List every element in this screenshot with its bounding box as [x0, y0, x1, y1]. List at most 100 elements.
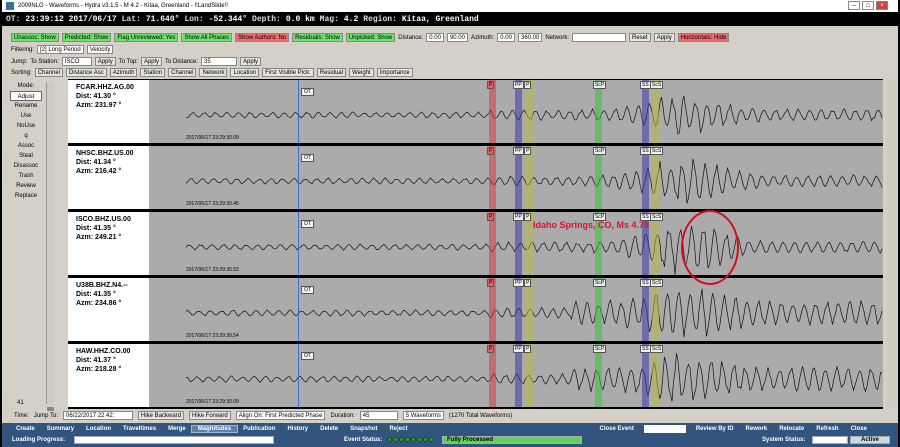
- duration-input[interactable]: 45: [359, 411, 398, 420]
- distance-jump-input[interactable]: 35: [201, 57, 237, 66]
- sort-channel-2[interactable]: Channel: [168, 68, 197, 77]
- phase-pick-band[interactable]: [526, 278, 533, 341]
- menu-reject[interactable]: Reject: [383, 426, 413, 432]
- phase-label[interactable]: P: [487, 345, 495, 353]
- phase-pick-band[interactable]: [515, 278, 522, 341]
- sort-distance-asc[interactable]: Distance Asc: [66, 68, 107, 77]
- phase-label[interactable]: P: [524, 147, 532, 155]
- mode-adjust[interactable]: Adjust: [10, 91, 42, 101]
- menu-create[interactable]: Create: [10, 426, 41, 432]
- phase-pick-band[interactable]: [595, 344, 602, 407]
- azimuth-max-input[interactable]: 360.00: [517, 33, 543, 42]
- apply-station-button[interactable]: Apply: [94, 57, 116, 66]
- mode-review[interactable]: Review: [10, 181, 42, 191]
- phase-pick-band[interactable]: [489, 278, 496, 341]
- phase-label[interactable]: P: [524, 279, 532, 287]
- phase-label[interactable]: PP: [513, 147, 524, 155]
- phase-pick-band[interactable]: [526, 80, 533, 143]
- menu-relocate[interactable]: Relocate: [773, 426, 810, 432]
- phase-pick-band[interactable]: [515, 212, 522, 275]
- menu-summary[interactable]: Summary: [41, 426, 80, 432]
- menu-location[interactable]: Location: [80, 426, 117, 432]
- unpicked-toggle[interactable]: Unpicked: Show: [345, 33, 396, 42]
- phase-pick-band[interactable]: [595, 80, 602, 143]
- sort-network[interactable]: Network: [199, 68, 228, 77]
- phase-label[interactable]: ScS: [650, 345, 664, 353]
- phase-label[interactable]: ScS: [650, 147, 664, 155]
- close-window-button[interactable]: ×: [876, 1, 888, 10]
- show-authors-toggle[interactable]: Show Authors: No: [235, 33, 290, 42]
- azimuth-min-input[interactable]: 0.00: [497, 33, 515, 42]
- phase-pick-band[interactable]: [489, 80, 496, 143]
- phase-pick-band[interactable]: [642, 80, 649, 143]
- mode-assoc[interactable]: Assoc: [10, 141, 42, 151]
- right-scrollbar[interactable]: [887, 79, 897, 409]
- phase-pick-band[interactable]: [489, 212, 496, 275]
- phase-pick-band[interactable]: [595, 278, 602, 341]
- phase-label[interactable]: ScP: [593, 81, 607, 89]
- horizontals-toggle[interactable]: Horizontals: Hide: [677, 33, 730, 42]
- menu-merge[interactable]: Merge: [162, 426, 192, 432]
- mode-q[interactable]: q: [10, 131, 42, 141]
- origin-time-marker[interactable]: [298, 344, 299, 407]
- mode-rename[interactable]: Rename: [10, 101, 42, 111]
- station-input[interactable]: ISCO: [61, 57, 92, 66]
- mode-replace[interactable]: Replace: [10, 191, 42, 201]
- origin-time-marker[interactable]: [298, 146, 299, 209]
- waveform-plot[interactable]: OT 2017/06/17 23:29:30.45 P PP P ScP SS ScS: [150, 146, 883, 209]
- menu-magnitudes[interactable]: Magnitudes: [190, 424, 239, 433]
- sort-importance[interactable]: Importance: [376, 68, 413, 77]
- menu-traveltimes[interactable]: Traveltimes: [117, 426, 162, 432]
- sort-first-visible-pick[interactable]: First Visible Pick:: [262, 68, 314, 77]
- menu-history[interactable]: History: [281, 426, 314, 432]
- residuals-toggle[interactable]: Residuals: Show: [292, 33, 343, 42]
- phase-pick-band[interactable]: [526, 212, 533, 275]
- origin-time-marker[interactable]: [298, 80, 299, 143]
- phase-pick-band[interactable]: [489, 146, 496, 209]
- date-input[interactable]: 06/22/2017 22:42:: [63, 411, 134, 420]
- phase-pick-band[interactable]: [652, 146, 659, 209]
- trace-row[interactable]: U38B.BHZ.N4.-- Dist: 41.35 ° Azm: 234.86…: [68, 278, 883, 341]
- phase-label[interactable]: ScS: [650, 213, 664, 221]
- origin-time-marker[interactable]: [298, 278, 299, 341]
- phase-pick-band[interactable]: [652, 278, 659, 341]
- menu-review-by-id[interactable]: Review By ID: [690, 426, 740, 432]
- menu-close-event[interactable]: Close Event: [593, 426, 639, 432]
- phase-label[interactable]: PP: [513, 81, 524, 89]
- show-phases-toggle[interactable]: Show All Phases: [181, 33, 233, 42]
- trace-row[interactable]: FCAR.HHZ.AG.00 Dist: 41.30 ° Azm: 231.97…: [68, 80, 883, 143]
- predicted-toggle[interactable]: Predicted: Show: [61, 33, 112, 42]
- distance-min-input[interactable]: 0.00: [426, 33, 444, 42]
- menu-delete[interactable]: Delete: [314, 426, 344, 432]
- phase-pick-band[interactable]: [515, 80, 522, 143]
- phase-pick-band[interactable]: [526, 344, 533, 407]
- phase-pick-band[interactable]: [642, 146, 649, 209]
- phase-pick-band[interactable]: [515, 146, 522, 209]
- menu-rework[interactable]: Rework: [740, 426, 774, 432]
- flag-unreviewed-toggle[interactable]: Flag Unreviewed: Yes: [114, 33, 179, 42]
- sort-station[interactable]: Station: [140, 68, 166, 77]
- trace-row[interactable]: HAW.HHZ.CO.00 Dist: 41.37 ° Azm: 218.28 …: [68, 344, 883, 407]
- waveform-plot[interactable]: OT 2017/06/17 23:29:30.09 P PP P ScP SS ScS: [150, 80, 883, 143]
- waveform-plot[interactable]: OT 2017/06/17 23:29:30.09 P PP P ScP SS ScS: [150, 344, 883, 407]
- phase-label[interactable]: P: [487, 279, 495, 287]
- phase-label[interactable]: PP: [513, 279, 524, 287]
- sort-channel[interactable]: Channel: [34, 68, 64, 77]
- phase-pick-band[interactable]: [652, 344, 659, 407]
- phase-label[interactable]: ScP: [593, 345, 607, 353]
- trace-scrollbar[interactable]: [46, 82, 54, 404]
- trace-row[interactable]: ISCO.BHZ.US.00 Dist: 41.35 ° Azm: 249.21…: [68, 212, 883, 275]
- phase-pick-band[interactable]: [489, 344, 496, 407]
- hike-backward-button[interactable]: Hike Backward: [138, 411, 185, 420]
- waveform-plot[interactable]: OT 2017/06/17 23:29:30.52 P PP P ScP SS ScS: [150, 212, 883, 275]
- mode-use[interactable]: Use: [10, 111, 42, 121]
- minimize-button[interactable]: –: [848, 1, 860, 10]
- filtering-select[interactable]: [2] Long Period: [37, 45, 84, 54]
- sort-weight[interactable]: Weight: [349, 68, 374, 77]
- phase-label[interactable]: ScP: [593, 279, 607, 287]
- apply-distance-button[interactable]: Apply: [240, 57, 262, 66]
- sort-location[interactable]: Location: [230, 68, 260, 77]
- phase-label[interactable]: ScP: [593, 147, 607, 155]
- menu-snapshot[interactable]: Snapshot: [344, 426, 383, 432]
- mode-disassoc[interactable]: Disassoc: [10, 161, 42, 171]
